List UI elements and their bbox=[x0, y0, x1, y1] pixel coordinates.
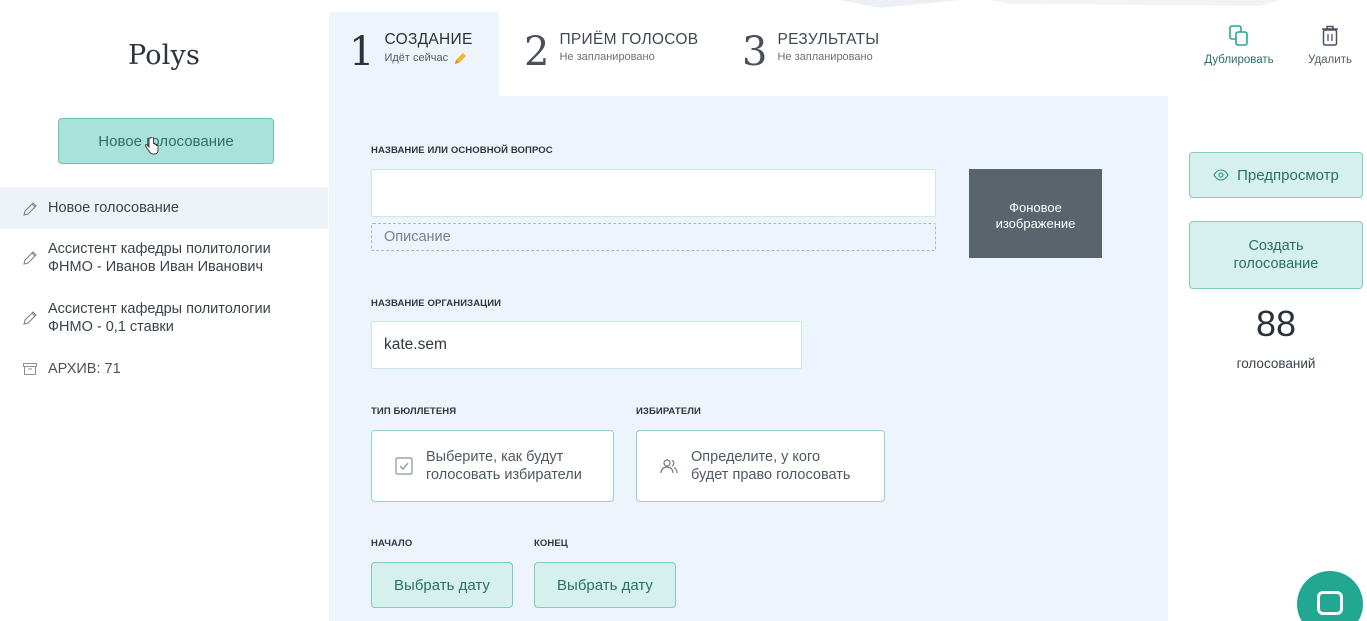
tab-title: РЕЗУЛЬТАТЫ bbox=[777, 31, 880, 48]
sidebar-item-new-poll[interactable]: Новое голосование bbox=[0, 187, 328, 229]
new-poll-button[interactable]: Новое голосование bbox=[58, 118, 274, 164]
archive-icon bbox=[23, 363, 37, 375]
top-decoration bbox=[840, 0, 1280, 8]
tab-create[interactable]: 1 СОЗДАНИЕ Идёт сейчас bbox=[329, 12, 499, 96]
sidebar-item-label: Новое голосование bbox=[48, 200, 179, 216]
description-input[interactable]: Описание bbox=[371, 223, 936, 251]
organization-field-label: НАЗВАНИЕ ОРГАНИЗАЦИИ bbox=[371, 298, 502, 309]
tab-subtitle: Не запланировано bbox=[559, 51, 655, 63]
delete-label: Удалить bbox=[1308, 54, 1352, 66]
sidebar-item-poll[interactable]: Ассистент кафедры политологии ФНМО - 0,1… bbox=[0, 300, 328, 336]
ballot-type-selector[interactable]: Выберите, как будут голосовать избирател… bbox=[371, 430, 614, 502]
sidebar-item-label: АРХИВ: 71 bbox=[48, 361, 121, 377]
hand-cursor-icon bbox=[145, 137, 159, 155]
pencil-icon bbox=[23, 251, 37, 265]
tab-title: СОЗДАНИЕ bbox=[384, 31, 473, 48]
title-input[interactable] bbox=[371, 169, 936, 217]
checkbox-icon bbox=[395, 457, 413, 475]
app-logo: Polys bbox=[127, 40, 201, 71]
start-date-button[interactable]: Выбрать дату bbox=[371, 562, 513, 608]
users-icon bbox=[660, 459, 678, 474]
sidebar-item-poll[interactable]: Ассистент кафедры политологии ФНМО - Ива… bbox=[0, 240, 328, 276]
chat-widget-button[interactable] bbox=[1297, 571, 1363, 621]
pencil-icon bbox=[23, 311, 37, 325]
preview-label: Предпросмотр bbox=[1237, 166, 1339, 184]
new-poll-button-label: Новое голосование bbox=[98, 132, 234, 150]
tab-results[interactable]: 3 РЕЗУЛЬТАТЫ Не запланировано bbox=[742, 12, 942, 96]
tab-vote-collection[interactable]: 2 ПРИЁМ ГОЛОСОВ Не запланировано bbox=[524, 12, 724, 96]
preview-button[interactable]: Предпросмотр bbox=[1189, 152, 1363, 198]
ballot-type-text: Выберите, как будут голосовать избирател… bbox=[426, 449, 582, 483]
pencil-icon bbox=[23, 201, 37, 216]
voters-label: ИЗБИРАТЕЛИ bbox=[636, 406, 701, 417]
sidebar-item-archive[interactable]: АРХИВ: 71 bbox=[0, 360, 328, 378]
voters-text: Определите, у кого будет право голосоват… bbox=[691, 449, 851, 483]
tab-number: 2 bbox=[524, 29, 550, 75]
pencil-icon bbox=[455, 53, 467, 64]
eye-icon bbox=[1213, 169, 1229, 181]
start-date-label: НАЧАЛО bbox=[371, 538, 413, 549]
duplicate-button[interactable]: Дублировать bbox=[1194, 24, 1284, 66]
voters-selector[interactable]: Определите, у кого будет право голосоват… bbox=[636, 430, 885, 502]
tab-subtitle: Идёт сейчас bbox=[384, 52, 449, 64]
background-image-button[interactable]: Фоновое изображение bbox=[969, 169, 1102, 258]
tab-number: 1 bbox=[349, 29, 375, 75]
delete-button[interactable]: Удалить bbox=[1298, 24, 1362, 66]
sidebar-item-label: Ассистент кафедры политологии ФНМО - 0,1… bbox=[48, 301, 271, 335]
chat-icon bbox=[1317, 591, 1343, 615]
create-poll-button[interactable]: Создать голосование bbox=[1189, 221, 1363, 289]
duplicate-icon bbox=[1229, 25, 1248, 46]
title-field-label: НАЗВАНИЕ ИЛИ ОСНОВНОЙ ВОПРОС bbox=[371, 145, 553, 156]
sidebar-item-label: Ассистент кафедры политологии ФНМО - Ива… bbox=[48, 241, 271, 275]
trash-icon bbox=[1322, 25, 1338, 46]
tab-title: ПРИЁМ ГОЛОСОВ bbox=[559, 31, 699, 48]
poll-count-label: голосований bbox=[1236, 356, 1316, 371]
end-date-button[interactable]: Выбрать дату bbox=[534, 562, 676, 608]
duplicate-label: Дублировать bbox=[1204, 54, 1274, 66]
organization-input[interactable]: kate.sem bbox=[371, 321, 802, 369]
end-date-label: КОНЕЦ bbox=[534, 538, 568, 549]
tab-subtitle: Не запланировано bbox=[777, 51, 873, 63]
tab-number: 3 bbox=[742, 29, 768, 75]
poll-count: 88 bbox=[1255, 303, 1297, 344]
ballot-type-label: ТИП БЮЛЛЕТЕНЯ bbox=[371, 406, 457, 417]
